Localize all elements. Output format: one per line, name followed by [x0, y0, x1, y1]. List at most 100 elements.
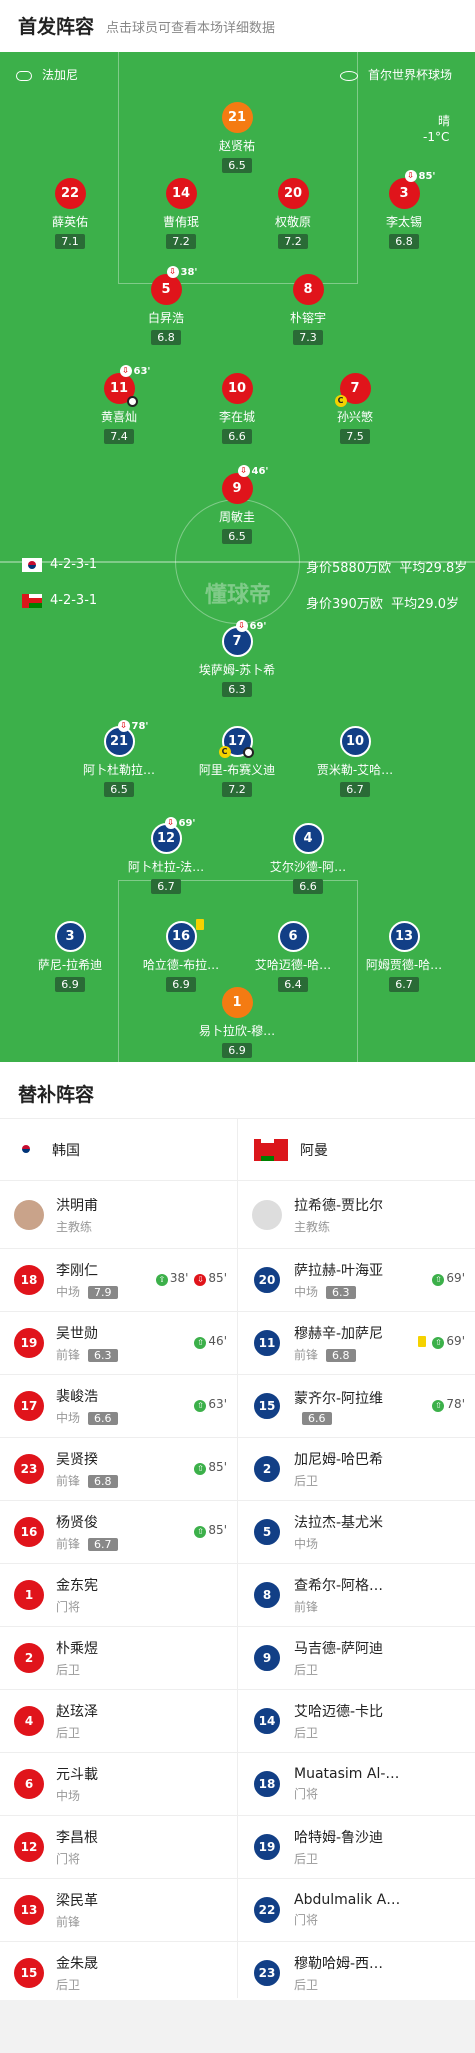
- sub-player-name: 萨拉赫-叶海亚: [294, 1263, 384, 1279]
- player-rating: 6.7: [151, 879, 181, 894]
- home-sub-row[interactable]: 12 李昌根 门将: [0, 1815, 237, 1878]
- sub-in-icon: ⇧: [432, 1400, 445, 1412]
- away-sub-row[interactable]: 14 艾哈迈德-卡比 后卫: [238, 1689, 475, 1752]
- sub-player-position: 门将: [294, 1787, 319, 1801]
- sub-player-name: 法拉杰-基尤米: [294, 1515, 384, 1531]
- player-home-20[interactable]: 20 权敬原 7.2: [238, 178, 348, 249]
- player-home-5[interactable]: 5 ⇩ 38' 白昇浩 6.8: [111, 266, 221, 345]
- jersey-number: 23: [14, 1454, 44, 1484]
- home-sub-row[interactable]: 1 金东宪 门将: [0, 1563, 237, 1626]
- player-name: 易卜拉欣-穆…: [198, 1024, 276, 1038]
- jersey-number: 16: [14, 1517, 44, 1547]
- jersey-number: 19: [252, 1832, 282, 1862]
- sub-player-position: 后卫: [56, 1663, 81, 1677]
- away-sub-row[interactable]: 5 法拉杰-基尤米 中场: [238, 1500, 475, 1563]
- player-away-21[interactable]: 21 ⇩ 78' 阿卜杜勒拉… 6.5: [64, 720, 174, 797]
- home-sub-row[interactable]: 4 赵玹泽 后卫: [0, 1689, 237, 1752]
- player-name: 权敬原: [274, 215, 311, 229]
- player-number: 20: [277, 178, 309, 209]
- sub-player-name: 朴乘煜: [56, 1641, 98, 1657]
- page-title: 首发阵容: [18, 16, 95, 38]
- away-sub-row[interactable]: 22 Abdulmalik Al… 门将: [238, 1878, 475, 1941]
- home-sub-row[interactable]: 17 裴峻浩 中场 6.6 ⇧ 63': [0, 1374, 237, 1437]
- away-sub-row[interactable]: 15 蒙齐尔-阿拉维 6.6 ⇧ 78': [238, 1374, 475, 1437]
- sub-player-position: 后卫: [294, 1726, 319, 1740]
- pitch: 法加尼 首尔世界杯球场 晴 -1°C 懂球帝 4-2-3-1 身价5880万欧 …: [0, 52, 475, 1062]
- home-sub-row[interactable]: 6 元斗載 中场: [0, 1752, 237, 1815]
- player-away-16[interactable]: 16 哈立德-布拉… 6.9: [126, 919, 236, 992]
- player-number: 5 ⇩ 38': [150, 266, 198, 305]
- player-away-6[interactable]: 6 艾哈迈德-哈… 6.4: [238, 921, 348, 992]
- avatar: [14, 1199, 44, 1230]
- substitutes-section: 替补阵容 韩国 洪明甫 主教练 18 李刚仁 中场 7.9 ⇧ 38' ⇩ 85' 19 吴世勋 前锋…: [0, 1062, 475, 2052]
- sub-player-rating: 7.9: [88, 1286, 118, 1299]
- sub-player-name: 杨贤俊: [56, 1515, 98, 1531]
- player-name: 艾哈迈德-哈…: [254, 958, 332, 972]
- player-away-7[interactable]: 7 ⇩ 69' 埃萨姆-苏卜希 6.3: [182, 620, 292, 697]
- away-sub-row[interactable]: 9 马吉德-萨阿迪 后卫: [238, 1626, 475, 1689]
- home-sub-row[interactable]: 23 吴贤揆 前锋 6.8 ⇧ 85': [0, 1437, 237, 1500]
- away-sub-row[interactable]: 8 查希尔-阿格… 前锋: [238, 1563, 475, 1626]
- player-home-9[interactable]: 9 ⇩ 46' 周敏圭 6.5: [182, 465, 292, 544]
- away-sub-row[interactable]: 2 加尼姆-哈巴希 后卫: [238, 1437, 475, 1500]
- away-coach[interactable]: 拉希德-贾比尔 主教练: [238, 1180, 475, 1248]
- away-sub-row[interactable]: 23 穆勒哈姆-西… 后卫: [238, 1941, 475, 2004]
- away-team-name: 阿曼: [300, 1142, 328, 1159]
- player-away-13[interactable]: 13 阿姆贾德-哈… 6.7: [349, 921, 459, 992]
- player-home-3[interactable]: 3 ⇩ 85' 李太锡 6.8: [349, 170, 459, 249]
- player-home-22[interactable]: 22 薛英佑 7.1: [15, 178, 125, 249]
- player-number: 16: [165, 919, 204, 952]
- home-sub-row[interactable]: 15 金朱晟 后卫: [0, 1941, 237, 2004]
- jersey-number: 19: [14, 1328, 44, 1358]
- avatar: [252, 1199, 282, 1230]
- player-number: 8: [292, 274, 324, 305]
- sub-in-icon: ⇧: [194, 1463, 207, 1475]
- home-sub-row[interactable]: 18 李刚仁 中场 7.9 ⇧ 38' ⇩ 85': [0, 1248, 237, 1311]
- player-away-3[interactable]: 3 萨尼-拉希迪 6.9: [15, 921, 125, 992]
- player-home-10[interactable]: 10 李在城 6.6: [182, 373, 292, 444]
- player-home-11[interactable]: 11 ⇩ 63' 黄喜灿 7.4: [64, 365, 174, 444]
- player-home-14[interactable]: 14 曹侑珉 7.2: [126, 178, 236, 249]
- player-home-7[interactable]: 7 C 孙兴慜 7.5: [300, 373, 410, 444]
- player-name: 阿里-布赛义迪: [198, 763, 276, 777]
- away-sub-row[interactable]: 11 穆赫辛-加萨尼 前锋 6.8 ⇧ 69': [238, 1311, 475, 1374]
- away-sub-row[interactable]: 18 Muatasim Al-… 门将: [238, 1752, 475, 1815]
- home-sub-row[interactable]: 16 杨贤俊 前锋 6.7 ⇧ 85': [0, 1500, 237, 1563]
- sub-out-icon: ⇩ 69': [164, 817, 196, 829]
- player-name: 白昇浩: [147, 311, 184, 325]
- player-name: 朴镕宇: [289, 311, 326, 325]
- jersey-number: 4: [14, 1706, 44, 1736]
- sub-player-rating: 6.3: [326, 1286, 356, 1299]
- sub-player-name: 艾哈迈德-卡比: [294, 1704, 384, 1720]
- player-home-8[interactable]: 8 朴镕宇 7.3: [253, 274, 363, 345]
- player-number: 14: [165, 178, 197, 209]
- player-number: 7 ⇩ 69': [221, 620, 267, 657]
- home-sub-row[interactable]: 13 梁民革 前锋: [0, 1878, 237, 1941]
- home-sub-row[interactable]: 19 吴世勋 前锋 6.3 ⇧ 46': [0, 1311, 237, 1374]
- player-away-17[interactable]: 17 C 阿里-布赛义迪 7.2: [182, 726, 292, 797]
- sub-out-icon: ⇩ 46': [237, 465, 269, 477]
- player-away-12[interactable]: 12 ⇩ 69' 阿卜杜拉-法… 6.7: [111, 817, 221, 894]
- sub-player-position: 前锋: [56, 1537, 81, 1551]
- away-sub-row[interactable]: 19 哈特姆-鲁沙迪 后卫: [238, 1815, 475, 1878]
- player-rating: 6.9: [55, 977, 85, 992]
- player-home-21[interactable]: 21 赵贤祐 6.5: [182, 102, 292, 173]
- player-number: 12 ⇩ 69': [150, 817, 196, 854]
- sub-in-icon: ⇧: [432, 1337, 445, 1349]
- sub-player-position: 后卫: [294, 1852, 319, 1866]
- korea-flag-icon: [22, 557, 42, 572]
- sub-player-rating: 6.8: [326, 1349, 356, 1362]
- player-away-4[interactable]: 4 艾尔沙德-阿… 6.6: [253, 823, 363, 894]
- player-name: 艾尔沙德-阿…: [269, 860, 347, 874]
- home-sub-row[interactable]: 2 朴乘煜 后卫: [0, 1626, 237, 1689]
- stadium: 首尔世界杯球场: [340, 66, 452, 83]
- player-away-10[interactable]: 10 贾米勒-艾哈… 6.7: [300, 726, 410, 797]
- jersey-number: 17: [14, 1391, 44, 1421]
- away-value: 身价390万欧 平均29.0岁: [306, 597, 460, 612]
- sub-player-rating: 6.6: [302, 1411, 332, 1425]
- player-rating: 6.3: [222, 682, 252, 697]
- away-sub-row[interactable]: 20 萨拉赫-叶海亚 中场 6.3 ⇧ 69': [238, 1248, 475, 1311]
- player-name: 黄喜灿: [100, 410, 137, 424]
- player-away-1[interactable]: 1 易卜拉欣-穆… 6.9: [182, 987, 292, 1058]
- home-coach[interactable]: 洪明甫 主教练: [0, 1180, 237, 1248]
